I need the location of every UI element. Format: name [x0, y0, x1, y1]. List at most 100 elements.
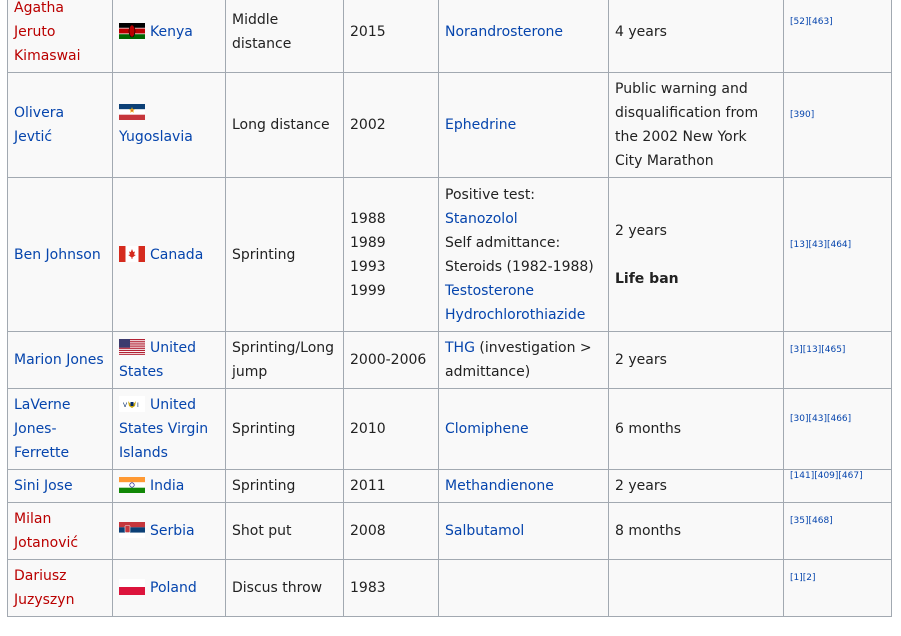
event-cell: Middle distance [225, 0, 344, 73]
year-cell: 1983 [343, 559, 439, 617]
year-text: 2002 [350, 117, 386, 133]
table-row: Ben Johnson Canada Sprinting 1988 1989 1993 19… [7, 177, 892, 332]
references-cell: [13][43][464] [783, 177, 892, 332]
country-cell: Kenya [112, 0, 226, 73]
reference-link[interactable]: [43] [808, 240, 826, 250]
country-link[interactable]: Kenya [150, 24, 193, 40]
athlete-link[interactable]: Sini Jose [14, 478, 73, 494]
country-cell: Poland [112, 559, 226, 617]
doping-table: Agatha Jeruto Kimaswai Kenya Middle distan… [7, 0, 892, 617]
country-link[interactable]: Serbia [150, 523, 195, 539]
event-cell: Long distance [225, 72, 344, 178]
year-cell: 2010 [343, 388, 439, 470]
table-row: Sini Jose India Sprinting 2011 Methandienone… [7, 469, 892, 503]
substance-link[interactable]: Norandrosterone [445, 24, 563, 40]
references-cell: [141][409][467] [783, 469, 892, 503]
reference-link[interactable]: [466] [827, 414, 851, 424]
athlete-cell: Agatha Jeruto Kimaswai [7, 0, 113, 73]
references-cell: [52][463] [783, 0, 892, 73]
athlete-cell: Sini Jose [7, 469, 113, 503]
event-cell: Shot put [225, 502, 344, 560]
athlete-cell: Milan Jotanović [7, 502, 113, 560]
reference-link[interactable]: [1] [790, 573, 803, 583]
reference-link[interactable]: [463] [808, 17, 832, 27]
reference-link[interactable]: [13] [803, 345, 821, 355]
sanction-cell: Public warning and disqualification from… [608, 72, 784, 178]
year-cell: 2011 [343, 469, 439, 503]
athlete-link[interactable]: Agatha Jeruto Kimaswai [14, 0, 81, 64]
year-cell: 2015 [343, 0, 439, 73]
reference-link[interactable]: [13] [790, 240, 808, 250]
sanction-cell: 2 years [608, 331, 784, 389]
sanction-text: 2 years [615, 222, 667, 239]
country-link[interactable]: Canada [150, 247, 203, 263]
reference-link[interactable]: [3] [790, 345, 803, 355]
substance-link[interactable]: Methandienone [445, 478, 554, 494]
reference-link[interactable]: [35] [790, 516, 808, 526]
athlete-cell: Ben Johnson [7, 177, 113, 332]
reference-link[interactable]: [141] [790, 471, 814, 481]
substance-cell: Ephedrine [438, 72, 609, 178]
reference-link[interactable]: [464] [827, 240, 851, 250]
athlete-cell: LaVerne Jones-Ferrette [7, 388, 113, 470]
reference-link[interactable]: [43] [808, 414, 826, 424]
year-cell: 2002 [343, 72, 439, 178]
country-link[interactable]: India [150, 478, 184, 494]
substance-link[interactable]: Salbutamol [445, 523, 524, 539]
year-text: 2008 [350, 523, 386, 539]
year-text: 2015 [350, 23, 386, 40]
athlete-link[interactable]: Marion Jones [14, 352, 104, 368]
country-link[interactable]: Yugoslavia [119, 129, 193, 145]
substance-link[interactable]: Clomiphene [445, 421, 529, 437]
athlete-cell: Dariusz Juzyszyn [7, 559, 113, 617]
event-cell: Discus throw [225, 559, 344, 617]
reference-link[interactable]: [390] [790, 110, 814, 120]
substance-link[interactable]: Stanozolol [445, 211, 518, 227]
athlete-link[interactable]: Olivera Jevtić [14, 105, 64, 145]
athlete-link[interactable]: LaVerne Jones-Ferrette [14, 397, 70, 461]
year-cell: 2000-2006 [343, 331, 439, 389]
reference-link[interactable]: [30] [790, 414, 808, 424]
reference-link[interactable]: [467] [838, 471, 862, 481]
substance-cell: Norandrosterone [438, 0, 609, 73]
substance-link[interactable]: THG [445, 340, 475, 356]
athlete-link[interactable]: Dariusz Juzyszyn [14, 568, 74, 608]
india-flag-icon [119, 477, 145, 493]
reference-link[interactable]: [2] [803, 573, 816, 583]
substance-cell: Positive test: Stanozolol Self admittance:… [438, 177, 609, 332]
usvi-flag-icon: VI [119, 396, 145, 412]
substance-link[interactable]: Hydrochlorothiazide [445, 307, 585, 323]
life-ban-text: Life ban [615, 270, 679, 287]
athlete-link[interactable]: Milan Jotanović [14, 511, 78, 551]
sanction-cell: 6 months [608, 388, 784, 470]
year-text: 2000-2006 [350, 352, 427, 368]
sanction-text: 4 years [615, 23, 667, 40]
athlete-cell: Marion Jones [7, 331, 113, 389]
substance-cell: Clomiphene [438, 388, 609, 470]
table-row: Milan Jotanović Serbia Shot put 2008 Salbuta… [7, 502, 892, 560]
year-text: 1989 [350, 234, 386, 251]
poland-flag-icon [119, 579, 145, 595]
substance-link[interactable]: Testosterone [445, 283, 534, 299]
year-text: 1993 [350, 258, 386, 275]
country-link[interactable]: Poland [150, 580, 197, 596]
event-cell: Sprinting [225, 177, 344, 332]
country-cell: Yugoslavia [112, 72, 226, 178]
year-text: 1988 [350, 210, 386, 227]
sanction-text: 2 years [615, 352, 667, 368]
reference-link[interactable]: [409] [814, 471, 838, 481]
substance-cell: THG (investigation > admittance) [438, 331, 609, 389]
table-row: Marion Jones United States Sprinting/Long … [7, 331, 892, 389]
substance-cell: Salbutamol [438, 502, 609, 560]
reference-link[interactable]: [468] [808, 516, 832, 526]
sanction-text: 6 months [615, 421, 682, 437]
substance-text: Steroids (1982-1988) [445, 258, 594, 275]
country-cell: V I United States Virgin Islands [112, 388, 226, 470]
substance-link[interactable]: Ephedrine [445, 117, 516, 133]
athlete-link[interactable]: Ben Johnson [14, 247, 101, 263]
svg-text:I: I [137, 402, 139, 409]
year-text: 1999 [350, 282, 386, 299]
reference-link[interactable]: [52] [790, 17, 808, 27]
year-cell: 2008 [343, 502, 439, 560]
reference-link[interactable]: [465] [821, 345, 845, 355]
